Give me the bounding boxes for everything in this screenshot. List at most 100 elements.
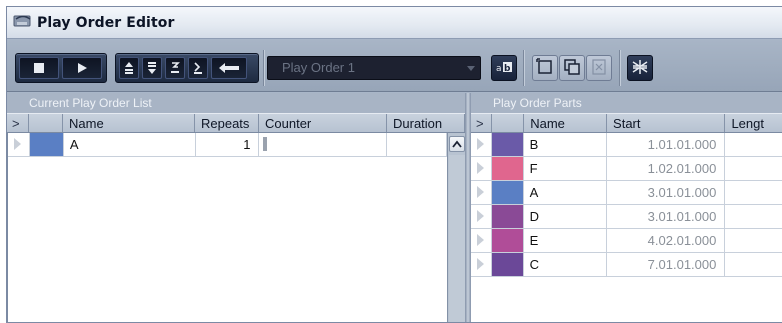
part-name[interactable]: A <box>524 181 607 204</box>
move-left-button[interactable] <box>165 57 185 79</box>
play-order-dropdown[interactable]: Play Order 1 <box>267 56 481 80</box>
expand-column-header[interactable]: > <box>471 114 492 132</box>
rename-icon: ab <box>495 60 513 77</box>
window-title: Play Order Editor <box>37 15 175 31</box>
dropdown-value: Play Order 1 <box>282 60 355 75</box>
svg-text:a: a <box>496 64 502 74</box>
part-length <box>725 229 782 252</box>
part-start: 7.01.01.000 <box>607 253 726 276</box>
duplicate-play-order-button[interactable] <box>559 55 585 81</box>
counter-column-header[interactable]: Counter <box>259 114 387 132</box>
row-handle[interactable] <box>471 181 492 204</box>
row-handle[interactable] <box>471 157 492 180</box>
color-swatch <box>491 181 524 204</box>
scroll-up-button[interactable] <box>449 136 465 152</box>
part-name[interactable]: F <box>524 157 607 180</box>
delete-play-order-icon <box>590 58 608 79</box>
row-handle[interactable] <box>8 133 30 156</box>
table-row[interactable]: A 3.01.01.000 <box>471 181 782 205</box>
rename-button[interactable]: ab <box>491 55 517 81</box>
toolbar-separator <box>523 50 525 86</box>
move-to-bottom-button[interactable] <box>142 57 162 79</box>
part-start: 3.01.01.000 <box>607 181 726 204</box>
row-handle[interactable] <box>471 253 492 276</box>
current-play-order-list-pane: Current Play Order List > Name Repeats C… <box>7 93 465 322</box>
table-row[interactable]: D 3.01.01.000 <box>471 205 782 229</box>
play-order-parts-pane: Play Order Parts > Name Start Lengt B 1.… <box>471 93 782 322</box>
table-row[interactable]: B 1.01.01.000 <box>471 133 782 157</box>
chevron-down-icon <box>467 66 475 71</box>
part-name[interactable]: B <box>524 133 607 156</box>
delete-play-order-button[interactable] <box>586 55 612 81</box>
part-name[interactable]: C <box>524 253 607 276</box>
part-start: 3.01.01.000 <box>607 205 726 228</box>
svg-text:b: b <box>504 64 511 74</box>
parts-list-body[interactable]: B 1.01.01.000 F 1.02.01.000 A 3.01.01.00… <box>471 133 782 322</box>
part-name[interactable]: D <box>524 205 607 228</box>
flatten-icon <box>631 58 649 79</box>
return-icon <box>217 61 241 75</box>
table-row[interactable]: F 1.02.01.000 <box>471 157 782 181</box>
name-column-header[interactable]: Name <box>524 114 608 132</box>
row-handle[interactable] <box>471 133 492 156</box>
part-start: 4.02.01.000 <box>607 229 726 252</box>
row-handle[interactable] <box>471 229 492 252</box>
return-button[interactable] <box>211 57 247 79</box>
new-play-order-button[interactable] <box>532 55 558 81</box>
move-left-icon <box>169 61 181 75</box>
expand-column-header[interactable]: > <box>7 114 29 132</box>
table-row[interactable]: C 7.01.01.000 <box>471 253 782 277</box>
color-column-header <box>29 114 63 132</box>
part-name[interactable]: E <box>524 229 607 252</box>
start-column-header[interactable]: Start <box>607 114 726 132</box>
color-swatch <box>491 205 524 228</box>
flatten-button[interactable] <box>627 55 653 81</box>
toolbar-separator <box>263 50 265 86</box>
chevron-up-icon <box>452 137 462 151</box>
new-play-order-icon <box>536 57 554 79</box>
pane-title: Current Play Order List <box>7 93 465 113</box>
play-icon <box>76 62 88 74</box>
scroll-track[interactable] <box>449 155 465 322</box>
duration-column-header[interactable]: Duration <box>387 114 465 132</box>
counter-bar <box>263 137 268 151</box>
repeats-column-header[interactable]: Repeats <box>195 114 259 132</box>
app-icon <box>13 14 33 30</box>
duration-value <box>387 133 447 156</box>
parts-header: > Name Start Lengt <box>471 113 782 133</box>
move-to-top-button[interactable] <box>119 57 139 79</box>
length-column-header[interactable]: Lengt <box>725 114 782 132</box>
part-length <box>725 157 782 180</box>
move-to-bottom-icon <box>146 61 158 75</box>
play-order-list-body[interactable]: A 1 <box>7 133 447 322</box>
counter-value <box>259 133 388 156</box>
stop-button[interactable] <box>19 57 59 79</box>
transport-group <box>15 53 107 83</box>
part-length <box>725 253 782 276</box>
toolbar: Play Order 1 ab <box>7 40 782 92</box>
play-order-editor-window: Play Order Editor Play Order 1 a b Curre… <box>6 6 782 323</box>
repeats-value[interactable]: 1 <box>196 133 260 156</box>
part-start: 1.02.01.000 <box>607 157 726 180</box>
color-swatch <box>491 229 524 252</box>
color-swatch <box>491 157 524 180</box>
part-start: 1.01.01.000 <box>607 133 726 156</box>
title-bar[interactable]: Play Order Editor <box>7 7 782 39</box>
list-header: > Name Repeats Counter Duration <box>7 113 465 133</box>
stop-icon <box>33 62 45 74</box>
part-length <box>725 205 782 228</box>
part-length <box>725 181 782 204</box>
table-row[interactable]: E 4.02.01.000 <box>471 229 782 253</box>
list-item[interactable]: A 1 <box>8 133 447 157</box>
toolbar-separator <box>619 50 621 86</box>
move-to-top-icon <box>123 61 135 75</box>
play-button[interactable] <box>62 57 102 79</box>
part-length <box>725 133 782 156</box>
name-column-header[interactable]: Name <box>63 114 195 132</box>
color-swatch <box>491 253 524 276</box>
row-handle[interactable] <box>471 205 492 228</box>
vertical-scrollbar[interactable] <box>447 133 465 322</box>
duplicate-play-order-icon <box>563 58 581 79</box>
move-right-button[interactable] <box>188 57 208 79</box>
part-name[interactable]: A <box>64 133 196 156</box>
